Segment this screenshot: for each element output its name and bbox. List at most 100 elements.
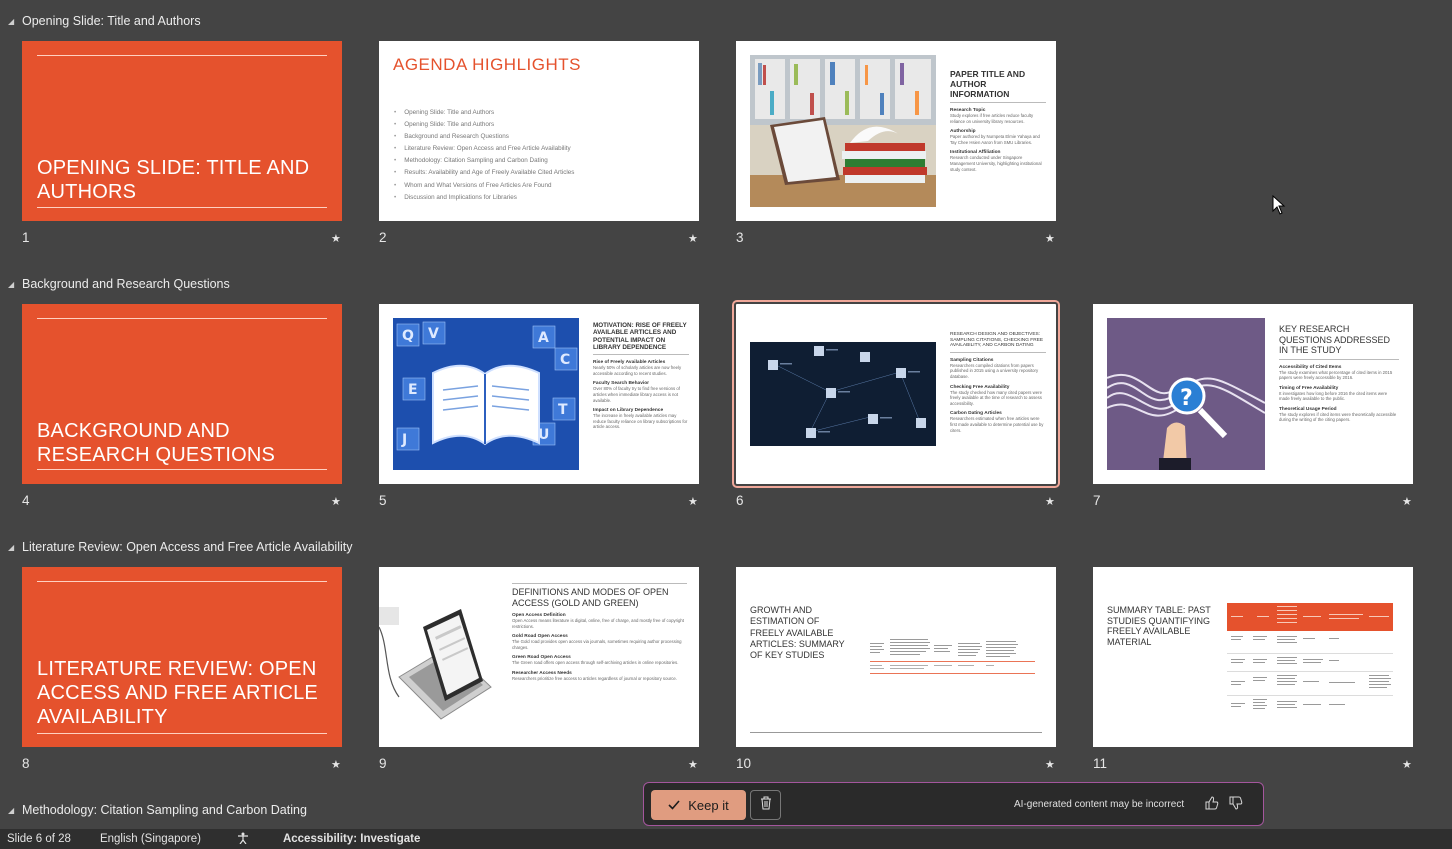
point-body: Nearly 50% of scholarly articles are now… [593,365,682,376]
transition-star-icon: ★ [331,759,341,771]
slide-thumbnail-5[interactable]: QVACJUTE MOTIVATION: RISE OF FREELY AVAI… [379,304,699,484]
transition-star-icon: ★ [1402,496,1412,508]
point-body: The increase in freely available article… [593,413,688,430]
point-body: It investigates how long before 2016 the… [1279,390,1388,402]
slide-title: PAPER TITLE AND AUTHOR INFORMATION [950,69,1026,99]
accessibility-label: Accessibility: Investigate [282,833,421,845]
collapse-triangle-icon: ◢ [8,805,15,815]
slide-thumbnail-7[interactable]: ? KEY RESEARCH QUESTIONS ADDRESSED IN TH… [1093,304,1413,484]
slide-title: KEY RESEARCH QUESTIONS ADDRESSED IN THE … [1279,324,1391,355]
transition-star-icon: ★ [688,496,698,508]
transition-star-icon: ★ [331,496,341,508]
divider-line [512,583,687,584]
section-label: Literature Review: Open Access and Free … [22,540,353,554]
agenda-list: Opening Slide: Title and Authors Opening… [394,107,574,204]
divider-line [750,732,1042,733]
slide-thumbnail-3[interactable]: PAPER TITLE AND AUTHOR INFORMATION Resea… [736,41,1056,221]
transition-star-icon: ★ [331,233,341,245]
divider-line [37,55,327,56]
svg-text:?: ? [1180,386,1193,411]
point-body: The Green road offers open access throug… [512,660,679,666]
list-item: Literature Review: Open Access and Free … [394,143,574,155]
open-book-letters-image: Q V ACJ UTE [393,318,579,470]
point-body: Researchers prioritize free access to ar… [512,675,678,681]
thumbs-up-button[interactable] [1202,795,1222,815]
ai-suggestion-bar: Keep it AI-generated content may be inco… [643,782,1264,826]
slide-thumbnail-6[interactable]: RESEARCH DESIGN AND OBJECTIVES: SAMPLING… [732,300,1060,488]
list-item: Methodology: Citation Sampling and Carbo… [394,155,574,167]
slide-title: GROWTH AND ESTIMATION OF FREELY AVAILABL… [750,605,845,661]
transition-star-icon: ★ [1402,759,1412,771]
slide-content: KEY RESEARCH QUESTIONS ADDRESSED IN THE … [1279,324,1399,423]
svg-text:C: C [560,352,570,368]
slide-content: RESEARCH DESIGN AND OBJECTIVES: SAMPLING… [950,332,1046,433]
point-body: The Gold road provides open access via j… [512,639,682,650]
divider-line [1279,358,1399,360]
collapse-triangle-icon: ◢ [8,279,15,289]
svg-text:J: J [401,432,407,448]
table-graphic [870,639,1035,674]
section-header-opening[interactable]: ◢ Opening Slide: Title and Authors [8,12,201,30]
divider-line [950,102,1046,103]
thumbs-down-button[interactable] [1226,795,1246,815]
collapse-triangle-icon: ◢ [8,542,15,552]
divider-line [37,469,327,470]
checkmark-icon [668,798,680,813]
slide-title: OPENING SLIDE: TITLE AND AUTHORS [37,157,310,203]
slide-title: AGENDA HIGHLIGHTS [393,55,581,74]
slide-thumbnail-9[interactable]: DEFINITIONS AND MODES OF OPEN ACCESS (GO… [379,567,699,747]
slide-thumbnail-2[interactable]: AGENDA HIGHLIGHTS Opening Slide: Title a… [379,41,699,221]
status-bar: Slide 6 of 28 English (Singapore) Access… [0,829,1452,849]
point-body: Research conducted under Singapore Manag… [950,155,1042,172]
slide-title: RESEARCH DESIGN AND OBJECTIVES: SAMPLING… [950,332,1044,349]
slide-number: 10 [736,756,752,771]
section-header-methodology[interactable]: ◢ Methodology: Citation Sampling and Car… [8,801,307,819]
thumbs-up-icon [1205,795,1219,815]
trash-icon [760,796,772,815]
library-books-image [750,55,936,207]
slide-thumbnail-8[interactable]: LITERATURE REVIEW: OPEN ACCESS AND FREE … [22,567,342,747]
ai-disclaimer-text: AI-generated content may be incorrect [1014,799,1185,810]
accessibility-status[interactable]: Accessibility: Investigate [230,832,442,847]
summary-table-graphic [1227,603,1393,709]
slide-number: 3 [736,230,744,245]
slide-number: 5 [379,493,387,508]
point-body: Over 80% of faculty try to find free ver… [593,386,680,403]
discard-button[interactable] [750,790,781,820]
slide-thumbnail-4[interactable]: BACKGROUND AND RESEARCH QUESTIONS [22,304,342,484]
slide-counter: Slide 6 of 28 [7,833,71,845]
transition-star-icon: ★ [1045,496,1055,508]
point-body: Open Access means literature is digital,… [512,618,684,629]
slide-number: 6 [736,493,744,508]
section-header-literature[interactable]: ◢ Literature Review: Open Access and Fre… [8,538,353,556]
slide-thumbnail-10[interactable]: GROWTH AND ESTIMATION OF FREELY AVAILABL… [736,567,1056,747]
list-item: Whom and What Versions of Free Articles … [394,180,574,192]
accessibility-icon [237,832,249,847]
language-indicator[interactable]: English (Singapore) [100,833,201,845]
list-item: Discussion and Implications for Librarie… [394,192,574,204]
point-body: The study checked how many cited papers … [950,389,1042,406]
list-item: Results: Availability and Age of Freely … [394,167,574,179]
slide-title: MOTIVATION: RISE OF FREELY AVAILABLE ART… [593,322,687,351]
divider-line [37,733,327,734]
thumbs-down-icon [1229,796,1243,815]
section-header-background[interactable]: ◢ Background and Research Questions [8,275,230,293]
slide-content: PAPER TITLE AND AUTHOR INFORMATION Resea… [950,69,1046,172]
divider-line [37,581,327,582]
collapse-triangle-icon: ◢ [8,16,15,26]
point-body: Researchers compiled citations from pape… [950,362,1039,379]
slide-title: BACKGROUND AND RESEARCH QUESTIONS [37,420,276,466]
mouse-cursor-icon [1272,195,1286,215]
slide-thumbnail-11[interactable]: SUMMARY TABLE: PAST STUDIES QUANTIFYING … [1093,567,1413,747]
transition-star-icon: ★ [1045,233,1055,245]
svg-text:A: A [538,330,549,346]
slide-thumbnail-1[interactable]: OPENING SLIDE: TITLE AND AUTHORS [22,41,342,221]
svg-text:Q: Q [402,328,414,344]
slide-number: 1 [22,230,30,245]
slide-number: 7 [1093,493,1101,508]
point-body: The study examines what percentage of ci… [1279,369,1393,381]
keep-it-button[interactable]: Keep it [651,790,746,820]
slide-title: SUMMARY TABLE: PAST STUDIES QUANTIFYING … [1107,605,1211,647]
svg-text:V: V [428,326,439,342]
slide-number: 11 [1093,756,1108,771]
